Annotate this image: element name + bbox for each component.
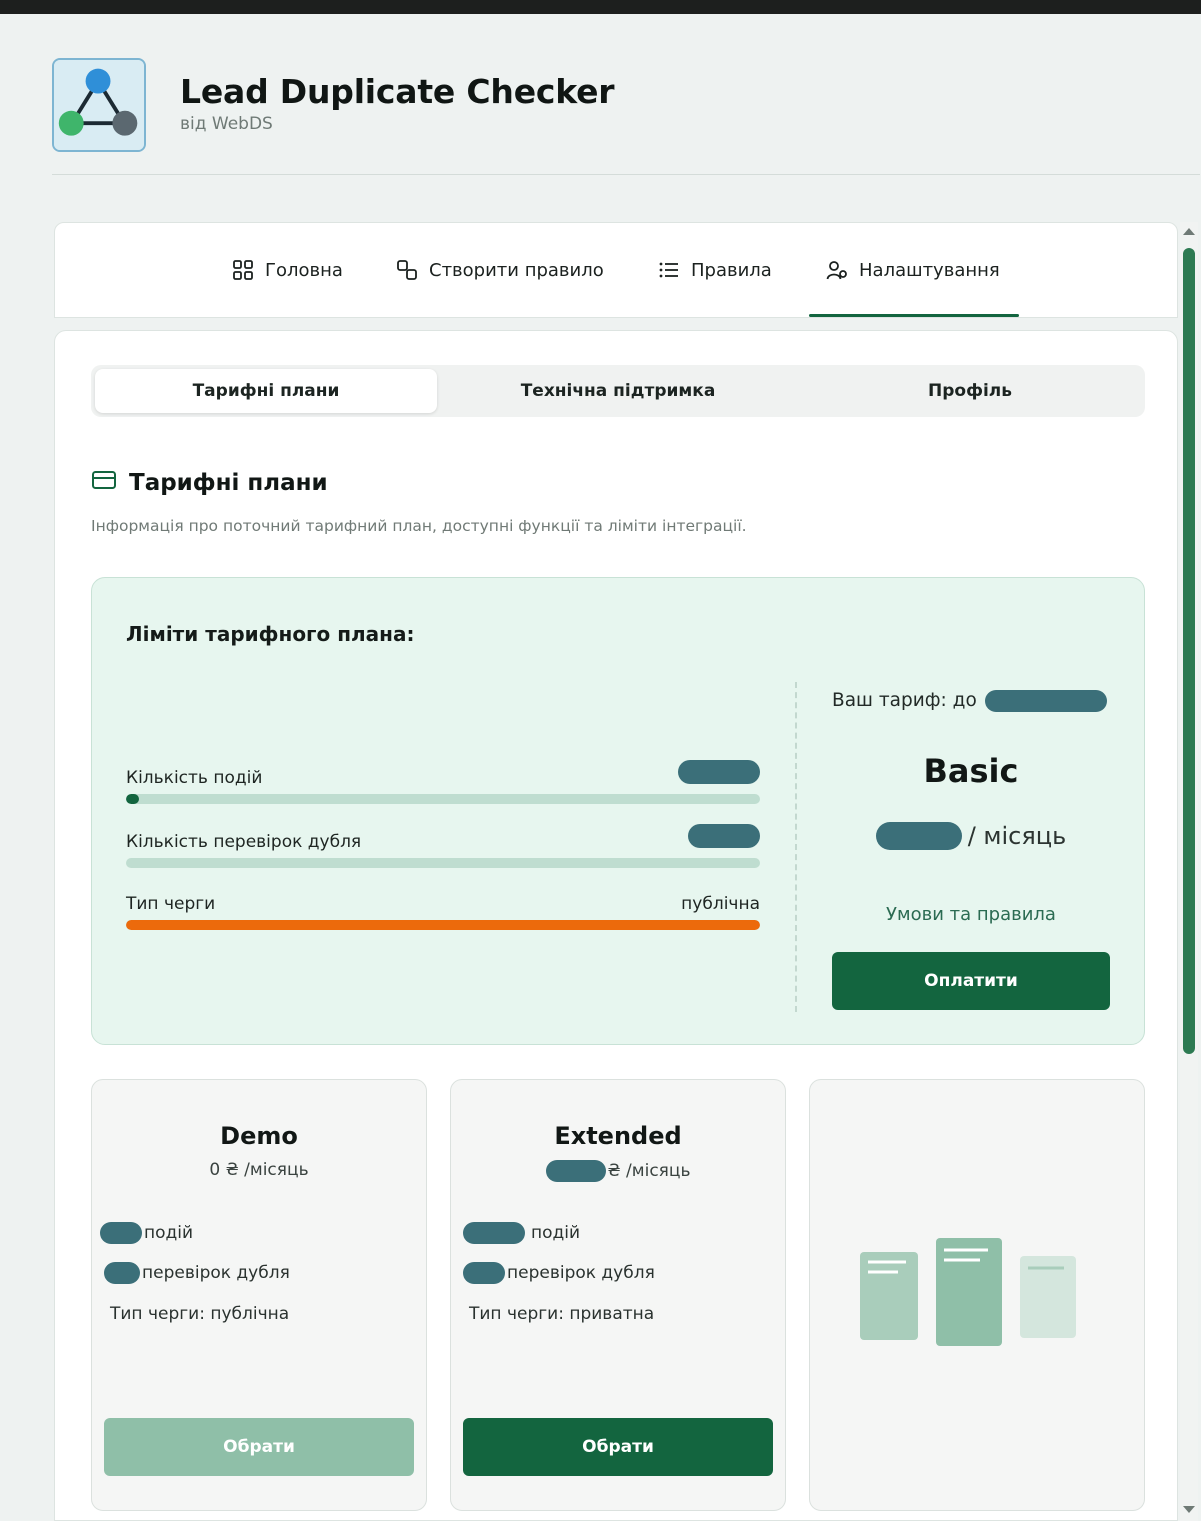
plan-card-demo: Demo 0 ₴ /місяць подій перевірок дубля Т…: [91, 1079, 427, 1511]
redacted-price: [875, 822, 962, 850]
plan-feature-queue: Тип черги: приватна: [469, 1304, 655, 1324]
plan-feature-checks: перевірок дубля: [463, 1262, 655, 1284]
limit-value-redacted: [678, 760, 760, 784]
nav-item-label: Головна: [265, 259, 343, 281]
credit-card-icon: [91, 467, 117, 499]
redacted-value: [104, 1262, 140, 1284]
nav-item-label: Налаштування: [859, 259, 1000, 281]
feature-text: перевірок дубля: [507, 1263, 655, 1283]
limit-progress-fill: [126, 794, 139, 804]
current-plan-expiry: Ваш тариф: до: [832, 690, 1107, 712]
select-plan-button[interactable]: Обрати: [463, 1418, 773, 1476]
settings-panel: Тарифні плани Технічна підтримка Профіль…: [54, 330, 1178, 1521]
plan-feature-events: подій: [100, 1222, 193, 1244]
current-plan-name: Basic: [923, 752, 1019, 790]
subtab-tariff-plans[interactable]: Тарифні плани: [95, 369, 437, 413]
limit-label: Кількість перевірок дубля: [126, 832, 362, 852]
plan-feature-queue: Тип черги: публічна: [110, 1304, 290, 1324]
plan-card-placeholder: [809, 1079, 1145, 1511]
limit-progress-track: [126, 920, 760, 930]
limit-value-redacted: [688, 824, 760, 848]
plan-card-extended: Extended ₴ /місяць подій перевірок дубля…: [450, 1079, 786, 1511]
current-plan-prefix: Ваш тариф: до: [832, 690, 977, 711]
app-header: Lead Duplicate Checker від WebDS: [52, 56, 1200, 174]
app-vendor: від WebDS: [180, 114, 273, 134]
nav-item-rules[interactable]: Правила: [657, 223, 772, 317]
limit-progress-fill: [126, 920, 760, 930]
nav-item-home[interactable]: Головна: [231, 223, 343, 317]
scrollbar-thumb[interactable]: [1183, 248, 1195, 1054]
subtab-profile[interactable]: Профіль: [799, 369, 1141, 413]
scroll-down-icon[interactable]: [1183, 1506, 1195, 1513]
app-logo: [52, 58, 146, 152]
main-nav: Головна Створити правило Правила Налашту…: [54, 222, 1178, 318]
plan-feature-checks: перевірок дубля: [104, 1262, 290, 1284]
settings-subtabs: Тарифні плани Технічна підтримка Профіль: [91, 365, 1145, 417]
create-rule-icon: [395, 258, 419, 282]
redacted-price: [545, 1160, 606, 1182]
limits-title: Ліміти тарифного плана:: [126, 622, 415, 646]
limit-label: Тип черги: [126, 894, 216, 914]
terms-link[interactable]: Умови та правила: [832, 904, 1110, 925]
current-plan-price: / місяць: [832, 822, 1110, 850]
redacted-value: [463, 1262, 505, 1284]
active-tab-indicator: [809, 314, 1019, 317]
limit-value: публічна: [681, 894, 760, 914]
price-period: / місяць: [967, 822, 1067, 850]
plans-illustration-icon: [860, 1238, 1076, 1346]
redacted-value: [463, 1222, 525, 1244]
plan-card-title: Extended: [554, 1122, 682, 1150]
feature-text: подій: [531, 1223, 581, 1243]
price-text: ₴ /місяць: [607, 1161, 691, 1181]
redacted-date: [984, 690, 1107, 712]
scroll-up-icon[interactable]: [1183, 228, 1195, 235]
feature-text: подій: [144, 1223, 194, 1243]
limit-progress-track: [126, 858, 760, 868]
list-icon: [657, 258, 681, 282]
plan-feature-events: подій: [463, 1222, 580, 1244]
nav-item-settings[interactable]: Налаштування: [825, 223, 1000, 317]
plan-card-title: Demo: [220, 1122, 298, 1150]
pay-button[interactable]: Оплатити: [832, 952, 1110, 1010]
limit-progress-track: [126, 794, 760, 804]
limit-label: Кількість подій: [126, 768, 263, 788]
select-plan-button[interactable]: Обрати: [104, 1418, 414, 1476]
section-description: Інформація про поточний тарифний план, д…: [91, 517, 747, 535]
subtab-tech-support[interactable]: Технічна підтримка: [447, 369, 789, 413]
app-title: Lead Duplicate Checker: [180, 72, 615, 111]
window-top-bar: [0, 0, 1201, 14]
section-title-text: Тарифні плани: [129, 470, 328, 496]
feature-text: перевірок дубля: [142, 1263, 290, 1283]
app-logo-icon: [54, 60, 144, 150]
header-divider: [52, 174, 1200, 175]
redacted-value: [100, 1222, 142, 1244]
plan-limits-card: Ліміти тарифного плана: Кількість подій …: [91, 577, 1145, 1045]
nav-item-label: Правила: [691, 259, 772, 281]
nav-item-label: Створити правило: [429, 259, 604, 281]
section-title: Тарифні плани: [91, 467, 328, 499]
dashed-divider: [795, 682, 797, 1012]
grid-icon: [231, 258, 255, 282]
user-settings-icon: [825, 258, 849, 282]
plan-card-price: ₴ /місяць: [451, 1160, 785, 1182]
nav-item-create-rule[interactable]: Створити правило: [395, 223, 604, 317]
plan-card-price: 0 ₴ /місяць: [209, 1160, 309, 1180]
